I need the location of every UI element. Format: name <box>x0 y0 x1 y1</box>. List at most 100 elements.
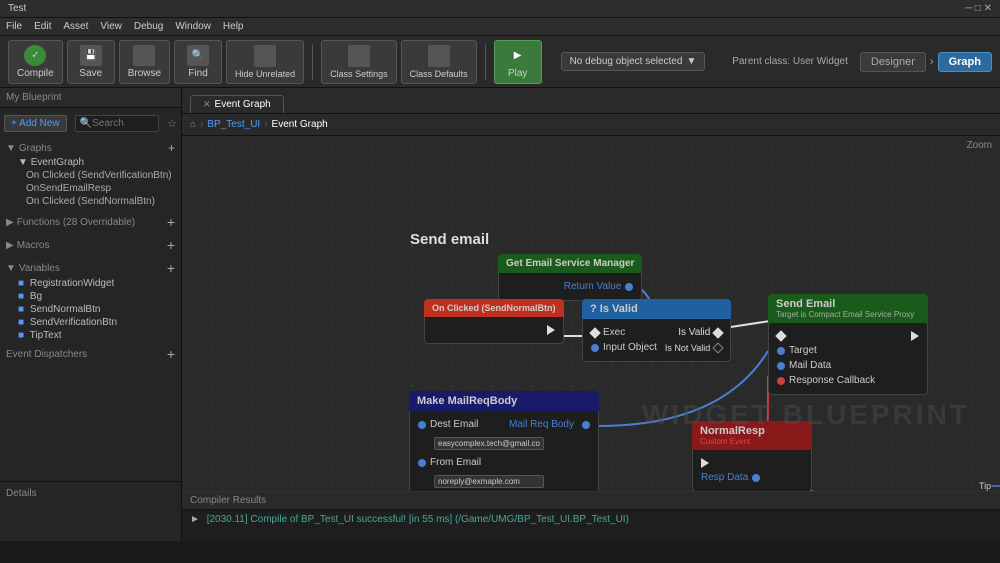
var-type-icon-sendnormal: ■ <box>18 304 24 315</box>
menu-asset[interactable]: Asset <box>63 21 88 32</box>
menu-file[interactable]: File <box>6 21 22 32</box>
variables-section-header[interactable]: ▼ Variables + <box>6 258 175 277</box>
class-settings-icon <box>348 45 370 67</box>
toolbar-separator-1 <box>312 44 313 80</box>
class-defaults-button[interactable]: Class Defaults <box>401 40 477 84</box>
functions-add-icon[interactable]: + <box>167 215 175 229</box>
send-email-title: Send Email <box>776 298 914 310</box>
macros-add-icon[interactable]: + <box>167 238 175 252</box>
menu-debug[interactable]: Debug <box>134 21 163 32</box>
var-send-normal-btn[interactable]: ■ SendNormalBtn <box>6 303 175 316</box>
play-icon: ▶ <box>507 45 529 66</box>
home-icon[interactable]: ⌂ <box>190 119 196 130</box>
on-send-email-resp-item[interactable]: OnSendEmailResp <box>6 182 175 195</box>
macros-section-header[interactable]: ▶ Macros + <box>6 235 175 254</box>
compiler-header: Compiler Results <box>182 492 1000 510</box>
event-dispatchers-add-icon[interactable]: + <box>167 347 175 361</box>
on-clicked-send-verification-item[interactable]: On Clicked (SendVerificationBtn) <box>6 169 175 182</box>
on-clicked-send-normal-item[interactable]: On Clicked (SendNormalBtn) <box>6 195 175 208</box>
dest-email-input[interactable] <box>434 437 544 450</box>
breadcrumb-sep-1: › <box>200 119 203 130</box>
hide-unrelated-button[interactable]: Hide Unrelated <box>226 40 304 84</box>
search-input[interactable] <box>92 118 154 129</box>
browse-button[interactable]: Browse <box>119 40 170 84</box>
menu-help[interactable]: Help <box>223 21 244 32</box>
graphs-expand-icon: ▼ <box>6 143 16 154</box>
window-title: Test <box>8 3 965 14</box>
add-new-button[interactable]: + Add New <box>4 115 67 132</box>
var-type-icon-tiptext: ■ <box>18 330 24 341</box>
functions-section-header[interactable]: ▶ Functions (28 Overridable) + <box>6 212 175 231</box>
is-valid-title: ? Is Valid <box>590 303 638 315</box>
var-registration-widget[interactable]: ■ RegistrationWidget <box>6 277 175 290</box>
event-graph-tab[interactable]: ✕ Event Graph <box>190 95 284 113</box>
bookmark-icon[interactable]: ☆ <box>167 117 177 130</box>
graph-canvas[interactable]: Zoom Send email <box>182 136 1000 491</box>
var-type-icon-bg: ■ <box>18 291 24 302</box>
node-normal-resp[interactable]: NormalResp Custom Event Resp Data <box>692 421 812 491</box>
zoom-label: Zoom <box>966 140 992 151</box>
from-email-input[interactable] <box>434 475 544 488</box>
node-on-clicked-send[interactable]: On Clicked (SendNormalBtn) <box>424 299 564 344</box>
var-send-verification-btn[interactable]: ■ SendVerificationBtn <box>6 316 175 329</box>
class-settings-button[interactable]: Class Settings <box>321 40 397 84</box>
make-mail-title: Make MailReqBody <box>417 395 517 407</box>
return-value-pin <box>625 283 633 291</box>
compile-icon: ✓ <box>24 45 46 66</box>
graphs-section-header[interactable]: ▼ Graphs + <box>6 139 175 156</box>
breadcrumb-root[interactable]: BP_Test_UI <box>207 119 260 130</box>
find-icon: 🔍 <box>187 45 209 66</box>
window-controls[interactable]: ─ □ ✕ <box>965 3 992 14</box>
send-email-subtitle: Target is Compact Email Service Proxy <box>776 310 914 319</box>
node-get-email-service[interactable]: Get Email Service Manager Return Value <box>498 254 642 301</box>
input-object-pin <box>591 344 599 352</box>
graphs-add-icon[interactable]: + <box>168 142 175 154</box>
on-clicked-exec-out <box>547 325 555 335</box>
graph-tab[interactable]: Graph <box>938 52 992 72</box>
tab-close-icon[interactable]: ✕ <box>203 99 211 110</box>
menu-view[interactable]: View <box>100 21 122 32</box>
compiler-panel: Compiler Results ► [2030.11] Compile of … <box>182 491 1000 541</box>
macros-section: ▶ Macros + <box>0 233 181 256</box>
class-defaults-icon <box>428 45 450 67</box>
compile-button[interactable]: ✓ Compile <box>8 40 63 84</box>
functions-expand-icon: ▶ <box>6 217 14 228</box>
save-icon: 💾 <box>80 45 102 66</box>
send-email-mail-data-pin <box>777 362 785 370</box>
send-email-exec-in <box>775 330 786 341</box>
normal-resp-exec-out <box>701 458 709 468</box>
on-clicked-title: On Clicked (SendNormalBtn) <box>432 303 556 313</box>
breadcrumb-current: Event Graph <box>272 119 328 130</box>
variables-add-icon[interactable]: + <box>167 261 175 275</box>
return-value-label: Return Value <box>564 281 622 292</box>
event-graph-item[interactable]: ▼ EventGraph <box>6 156 175 169</box>
node-make-mail[interactable]: Make MailReqBody Dest Email Mail Req Bod… <box>409 391 599 491</box>
save-button[interactable]: 💾 Save <box>67 40 115 84</box>
menu-bar: File Edit Asset View Debug Window Help <box>0 18 1000 36</box>
is-valid-out-pin <box>713 327 724 338</box>
macros-expand-icon: ▶ <box>6 240 14 251</box>
find-button[interactable]: 🔍 Find <box>174 40 222 84</box>
compiler-content: ► [2030.11] Compile of BP_Test_UI succes… <box>182 510 1000 529</box>
variables-section: ▼ Variables + ■ RegistrationWidget ■ Bg … <box>0 256 181 344</box>
menu-edit[interactable]: Edit <box>34 21 51 32</box>
browse-icon <box>133 45 155 66</box>
breadcrumb-sep-2: › <box>264 119 267 130</box>
node-is-valid[interactable]: ? Is Valid Exec Is Valid Input Object <box>582 299 731 362</box>
menu-window[interactable]: Window <box>175 21 211 32</box>
var-tip-text[interactable]: ■ TipText <box>6 329 175 342</box>
event-dispatchers-section: Event Dispatchers + <box>0 344 181 364</box>
var-type-icon-sendverification: ■ <box>18 317 24 328</box>
var-bg[interactable]: ■ Bg <box>6 290 175 303</box>
center-area: ✕ Event Graph ⌂ › BP_Test_UI › Event Gra… <box>182 88 1000 541</box>
normal-resp-subtitle: Custom Event <box>700 437 765 446</box>
debug-filter[interactable]: No debug object selected ▼ <box>561 52 706 71</box>
debug-filter-dropdown-icon: ▼ <box>686 56 696 67</box>
node-send-email[interactable]: Send Email Target is Compact Email Servi… <box>768 294 928 395</box>
play-button[interactable]: ▶ Play <box>494 40 542 84</box>
tab-arrow: › <box>930 56 934 68</box>
parent-class-info: Parent class: User Widget <box>732 56 848 67</box>
designer-tab[interactable]: Designer <box>860 52 926 72</box>
search-icon: 🔍 <box>80 118 92 129</box>
send-email-exec-out <box>911 331 919 341</box>
